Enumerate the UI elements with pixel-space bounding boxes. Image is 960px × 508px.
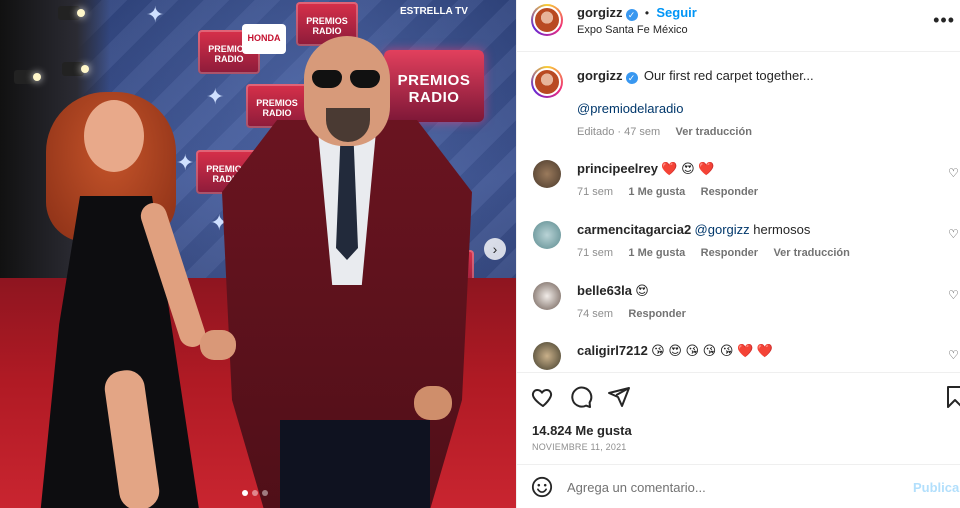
comment-heart-icon[interactable]: ♡ (948, 288, 960, 302)
commenter-avatar[interactable] (533, 282, 561, 310)
dot-separator: • (644, 6, 650, 20)
post-actions: 14.824 Me gusta NOVIEMBRE 11, 2021 (517, 372, 960, 462)
comment-icon[interactable] (569, 385, 593, 409)
backdrop-main-logo: PREMIOS RADIO (384, 50, 484, 122)
caption-author-avatar[interactable] (531, 66, 563, 98)
carousel-dot (262, 490, 268, 496)
comment-text: hermosos (749, 222, 811, 237)
caption-meta: Editado · 47 sem Ver traducción (577, 124, 752, 138)
comment-age: 71 sem (577, 186, 614, 198)
comment-username[interactable]: principeelrey (577, 161, 658, 176)
comment-heart-icon[interactable]: ♡ (948, 227, 960, 241)
comment-age: 71 sem (577, 247, 614, 259)
man-pants (280, 420, 430, 508)
caption-text: Our first red carpet together... (643, 68, 814, 83)
next-slide-icon[interactable]: › (484, 238, 506, 260)
comment-text: 😍 (635, 283, 649, 298)
star-decoration: ✦ (146, 2, 165, 27)
comment-age: 74 sem (577, 308, 614, 320)
reply-button[interactable]: Responder (701, 247, 758, 259)
comment-likes[interactable]: 1 Me gusta (628, 247, 685, 259)
woman-face (84, 100, 144, 172)
star-decoration: ✦ (206, 84, 225, 109)
stage-light (62, 62, 89, 76)
comment-username[interactable]: carmencitagarcia2 (577, 222, 691, 237)
like-count[interactable]: 14.824 Me gusta (532, 423, 632, 438)
more-options-icon[interactable]: ••• (933, 10, 955, 31)
comment-meta: 71 sem 1 Me gusta Responder Ver traducci… (577, 245, 850, 259)
comment-heart-icon[interactable]: ♡ (948, 166, 960, 180)
star-decoration: ✦ (176, 150, 195, 175)
stage-light (14, 70, 41, 84)
comment-heart-icon[interactable]: ♡ (948, 348, 960, 362)
man-hand (414, 386, 452, 420)
commenter-avatar[interactable] (533, 342, 561, 370)
post-date[interactable]: NOVIEMBRE 11, 2021 (532, 442, 626, 452)
carousel-dot-active (242, 490, 248, 496)
verified-icon: ✓ (625, 72, 638, 84)
comment-item: caligirl7212 😘 😍 😘 😘 😘 ❤️ ❤️ (577, 343, 773, 359)
commenter-avatar[interactable] (533, 160, 561, 188)
sponsor-logo: HONDA (242, 24, 286, 54)
comment-likes[interactable]: 1 Me gusta (628, 186, 685, 198)
author-avatar[interactable] (531, 4, 563, 36)
holding-hands (200, 330, 236, 360)
post-header: gorgizz ✓ • Seguir Expo Santa Fe México •… (517, 0, 960, 52)
comment-input[interactable] (567, 477, 897, 497)
post-side-panel: gorgizz ✓ • Seguir Expo Santa Fe México •… (516, 0, 960, 508)
publish-button[interactable]: Publicar (913, 480, 960, 495)
emoji-icon[interactable] (531, 476, 553, 498)
post-media[interactable]: ESTRELLA TV PREMIOS RADIO PREMIOS RADIO … (0, 0, 516, 508)
carousel-indicator (242, 490, 268, 496)
reply-button[interactable]: Responder (701, 186, 758, 198)
reply-button[interactable]: Responder (628, 308, 685, 320)
caption-username[interactable]: gorgizz (577, 68, 623, 83)
backdrop-brand-text: ESTRELLA TV (400, 6, 468, 17)
caption-block: gorgizz ✓ Our first red carpet together..… (577, 68, 814, 84)
comment-composer: Publicar (517, 464, 960, 508)
commenter-avatar[interactable] (533, 221, 561, 249)
translate-link[interactable]: Ver traducción (676, 126, 752, 138)
author-username[interactable]: gorgizz (577, 5, 623, 20)
comment-mention-link[interactable]: @gorgizz (695, 222, 750, 237)
edited-label: Editado · 47 sem (577, 126, 661, 138)
comment-text: ❤️ 😍 ❤️ (661, 161, 715, 176)
comment-item: belle63la 😍 (577, 283, 649, 299)
comment-item: carmencitagarcia2 @gorgizz hermosos (577, 222, 810, 237)
heart-icon[interactable] (531, 385, 555, 409)
comment-meta: 71 sem 1 Me gusta Responder (577, 184, 758, 198)
translate-link[interactable]: Ver traducción (773, 247, 849, 259)
instagram-post-view: ESTRELLA TV PREMIOS RADIO PREMIOS RADIO … (0, 0, 960, 508)
comment-item: principeelrey ❤️ 😍 ❤️ (577, 161, 714, 177)
post-location[interactable]: Expo Santa Fe México (577, 24, 688, 36)
comment-meta: 74 sem Responder (577, 306, 686, 320)
man-sunglasses (312, 70, 382, 90)
comment-username[interactable]: caligirl7212 (577, 343, 648, 358)
caption-mention-link[interactable]: @premiodelaradio (577, 101, 683, 116)
share-icon[interactable] (607, 385, 631, 409)
follow-button[interactable]: Seguir (656, 5, 696, 20)
verified-icon: ✓ (625, 9, 638, 21)
stage-light (58, 6, 85, 20)
bookmark-icon[interactable] (943, 385, 960, 409)
comment-username[interactable]: belle63la (577, 283, 632, 298)
comment-text: 😘 😍 😘 😘 😘 ❤️ ❤️ (651, 343, 773, 358)
carousel-dot (252, 490, 258, 496)
author-line: gorgizz ✓ • Seguir (577, 5, 697, 21)
